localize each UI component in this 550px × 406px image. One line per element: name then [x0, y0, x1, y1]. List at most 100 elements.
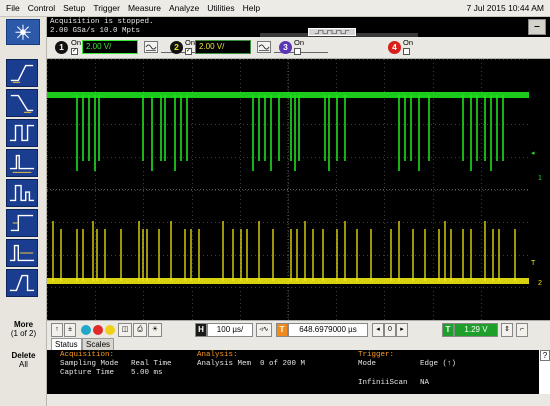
transition-icon: [9, 274, 35, 292]
channel-2-coupling-button[interactable]: [257, 41, 271, 53]
channel-1-level-arrow-icon: ◂: [531, 150, 535, 157]
arrow-up-icon: ↑: [55, 326, 59, 333]
acquisition-header: Acquisition:: [60, 351, 115, 359]
glitch-icon: [9, 154, 35, 173]
position-decrease-button[interactable]: ◂: [372, 323, 384, 337]
menu-setup[interactable]: Setup: [63, 3, 85, 13]
zero-icon: 0: [388, 326, 392, 333]
scroll-left-button[interactable]: ↑: [51, 323, 63, 337]
position-increase-button[interactable]: ▸: [396, 323, 408, 337]
transition-trigger-button[interactable]: [6, 269, 38, 297]
minimize-icon: –: [534, 21, 540, 32]
waveform-display[interactable]: [47, 59, 529, 320]
pulse-width-trigger-button[interactable]: [6, 119, 38, 147]
overview-window[interactable]: [308, 28, 356, 36]
channel-1-badge[interactable]: 1: [55, 41, 68, 54]
edge-trigger-rising-button[interactable]: [6, 59, 38, 87]
waveform-graticule: [47, 59, 529, 320]
menu-bar: File Control Setup Trigger Measure Analy…: [0, 0, 550, 17]
more-label: More: [13, 320, 34, 329]
setup-hold-trigger-button[interactable]: [6, 209, 38, 237]
menu-analyze[interactable]: Analyze: [169, 3, 199, 13]
channel-1-scale[interactable]: 2.00 V/: [82, 40, 138, 54]
minimize-button[interactable]: –: [528, 19, 546, 35]
edge-trigger-falling-button[interactable]: [6, 89, 38, 117]
tool-sidebar: More (1 of 2) Delete All: [0, 17, 47, 406]
timeout-icon: [9, 244, 35, 262]
trigger-slope-button[interactable]: ⌐: [516, 323, 528, 337]
clear-display-button[interactable]: ☀: [148, 323, 162, 337]
sampling-mode-value: Real Time: [131, 360, 172, 368]
step-right-icon: ▸: [400, 326, 404, 333]
sample-rate-memory: 2.00 GSa/s 10.0 Mpts: [50, 27, 141, 35]
delay-mode-button[interactable]: ◃∿: [256, 323, 272, 337]
channel-2-scale[interactable]: 2.00 V/: [195, 40, 251, 54]
more-button[interactable]: More (1 of 2): [0, 320, 47, 338]
delete-label: Delete: [11, 351, 36, 360]
trigger-position-badge: T: [276, 323, 288, 337]
help-button[interactable]: ?: [540, 350, 550, 361]
delete-all-label: All: [19, 360, 28, 369]
runt-trigger-button[interactable]: [6, 179, 38, 207]
channel-1-on-label: On: [71, 38, 82, 47]
burst-icon: [15, 24, 31, 40]
channel-4-badge[interactable]: 4: [388, 41, 401, 54]
delay-icon: ◃∿: [259, 326, 269, 333]
plus-minus-icon: ±: [68, 326, 72, 333]
time-scale-field[interactable]: 100 µs/: [207, 323, 253, 337]
trigger-level-stepper[interactable]: ⇕: [501, 323, 513, 337]
infiniiscan-label: InfiniiScan: [358, 379, 408, 387]
zoom-button[interactable]: ±: [64, 323, 76, 337]
time-position-field[interactable]: 648.6979000 µs: [288, 323, 368, 337]
tab-status[interactable]: Status: [51, 338, 82, 350]
trigger-level-field[interactable]: 1.29 V: [454, 323, 498, 337]
stop-indicator-icon[interactable]: [93, 325, 103, 335]
delete-all-button[interactable]: Delete All: [0, 351, 47, 369]
sampling-mode-label: Sampling Mode: [60, 360, 119, 368]
infiniium-logo-button[interactable]: [6, 19, 40, 45]
channel-1-coupling-button[interactable]: [144, 41, 158, 53]
coupling-wave-icon: [145, 44, 157, 51]
position-zero-button[interactable]: 0: [384, 323, 396, 337]
acquisition-status-bar: Acquisition is stopped. 2.00 GSa/s 10.0 …: [47, 17, 550, 37]
rising-edge-icon: [10, 64, 34, 83]
acquisition-status: Acquisition is stopped.: [50, 18, 154, 26]
up-down-icon: ⇕: [504, 326, 510, 333]
menu-trigger[interactable]: Trigger: [93, 3, 120, 13]
glitch-trigger-button[interactable]: [6, 149, 38, 177]
channel-2-baseline: [47, 278, 529, 284]
setup-hold-icon: [10, 214, 34, 232]
falling-edge-icon: [10, 94, 34, 113]
channel-3-on-checkbox[interactable]: [294, 48, 301, 55]
timeout-trigger-button[interactable]: [6, 239, 38, 267]
overview-wave-icon: [314, 30, 350, 34]
channel-3-badge[interactable]: 3: [279, 41, 292, 54]
sun-icon: ☀: [151, 326, 159, 333]
menu-measure[interactable]: Measure: [128, 3, 161, 13]
question-icon: ?: [542, 351, 548, 360]
capture-time-label: Capture Time: [60, 369, 115, 377]
channel-1-on-checkbox[interactable]: ✓: [71, 48, 78, 55]
status-panel: Acquisition: Sampling Mode Real Time Cap…: [47, 350, 539, 394]
channel-2-level-marker: 2: [538, 280, 542, 287]
channel-2-on-checkbox[interactable]: ✓: [185, 48, 192, 55]
auto-scale-button[interactable]: ◫: [118, 323, 132, 337]
run-indicator-icon[interactable]: [81, 325, 91, 335]
channel-4-on-label: On: [403, 38, 414, 47]
single-indicator-icon[interactable]: [105, 325, 115, 335]
menu-utilities[interactable]: Utilities: [207, 3, 234, 13]
analysis-mem-value: 0 of 200 M: [260, 360, 306, 368]
trigger-level-marker: T: [531, 260, 536, 267]
menu-help[interactable]: Help: [243, 3, 260, 13]
channel-4-on-checkbox[interactable]: [403, 48, 410, 55]
rising-slope-icon: ⌐: [519, 326, 525, 333]
tab-scales[interactable]: Scales: [82, 338, 115, 350]
coupling-wave-icon: [258, 44, 270, 51]
channel-bar: 1 On ✓ 2.00 V/ 2 On ✓ 2.00 V/ 3 On 4 On: [47, 37, 550, 59]
menu-file[interactable]: File: [6, 3, 20, 13]
menu-control[interactable]: Control: [28, 3, 55, 13]
panel-tabs: Status Scales: [47, 338, 550, 350]
level-marker-strip: ◂ 1 T 2: [529, 59, 550, 320]
print-button[interactable]: ⎙: [133, 323, 147, 337]
channel-2-badge[interactable]: 2: [170, 41, 183, 54]
